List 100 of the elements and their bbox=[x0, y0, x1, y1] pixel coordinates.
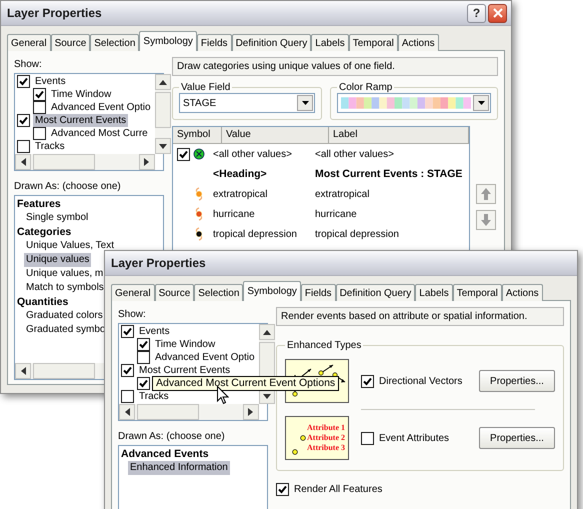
scrollbar-thumb[interactable] bbox=[33, 154, 95, 170]
tree-item[interactable]: Time Window bbox=[153, 338, 218, 351]
properties-button[interactable]: Properties... bbox=[479, 370, 555, 392]
scrollbar-thumb[interactable] bbox=[258, 342, 275, 378]
scroll-right-button[interactable] bbox=[242, 404, 259, 420]
tree-item[interactable]: Advanced Most Curre bbox=[49, 127, 150, 140]
tree-item[interactable]: Most Current Events bbox=[33, 114, 128, 127]
tab[interactable]: Temporal bbox=[452, 284, 502, 301]
scroll-left-button[interactable] bbox=[15, 154, 31, 170]
dropdown-button[interactable] bbox=[473, 95, 489, 111]
tab[interactable]: Selection bbox=[194, 284, 244, 301]
tree-item[interactable]: Events bbox=[137, 325, 172, 338]
tab[interactable]: Source bbox=[154, 284, 194, 301]
list-item[interactable]: Enhanced Information bbox=[128, 461, 230, 475]
tab[interactable]: Fields bbox=[196, 34, 232, 51]
tree-item[interactable]: Tracks bbox=[137, 390, 171, 403]
checkbox[interactable] bbox=[121, 364, 134, 377]
tree-item[interactable]: Tracks bbox=[33, 140, 67, 153]
symbol-icon bbox=[193, 148, 205, 160]
vertical-scrollbar[interactable] bbox=[154, 74, 171, 154]
checkbox[interactable] bbox=[33, 127, 46, 140]
column-header[interactable]: Symbol bbox=[173, 127, 222, 144]
horizontal-scrollbar[interactable] bbox=[119, 404, 259, 420]
list-item[interactable]: Unique values, m bbox=[24, 267, 106, 281]
scrollbar-thumb[interactable] bbox=[154, 92, 171, 128]
window-title: Layer Properties bbox=[111, 256, 207, 270]
window-title: Layer Properties bbox=[7, 6, 103, 20]
horizontal-scrollbar[interactable] bbox=[15, 154, 155, 170]
list-item[interactable]: Unique Values, Text bbox=[24, 239, 116, 253]
tree-item[interactable]: Most Current Events bbox=[137, 364, 232, 377]
tree-item[interactable]: Advanced Event Optio bbox=[49, 101, 153, 114]
column-header[interactable]: Value bbox=[222, 127, 329, 144]
checkbox[interactable] bbox=[121, 325, 134, 338]
scroll-left-button[interactable] bbox=[15, 363, 31, 379]
dropdown-button[interactable] bbox=[297, 95, 313, 111]
checkbox[interactable] bbox=[121, 390, 134, 403]
tab[interactable]: Labels bbox=[415, 284, 453, 301]
caret-right-icon bbox=[248, 408, 254, 416]
down-arrow-icon bbox=[481, 214, 491, 226]
checkbox[interactable] bbox=[276, 483, 289, 496]
checkbox[interactable] bbox=[17, 140, 30, 153]
scroll-right-button[interactable] bbox=[138, 154, 155, 170]
table-cell-text: hurricane bbox=[314, 208, 358, 220]
table-cell-text: <all other values> bbox=[213, 148, 293, 160]
scrollbar-thumb[interactable] bbox=[137, 404, 199, 420]
group-label: Color Ramp bbox=[338, 82, 394, 93]
tab[interactable]: Definition Query bbox=[232, 34, 312, 51]
checkbox[interactable] bbox=[17, 75, 30, 88]
list-item[interactable]: Match to symbols bbox=[24, 281, 106, 295]
tab[interactable]: Symbology bbox=[243, 281, 301, 301]
checkbox[interactable] bbox=[361, 374, 374, 388]
tree-item[interactable]: Time Window bbox=[49, 88, 114, 101]
value-field-dropdown[interactable]: STAGE bbox=[179, 93, 315, 113]
color-ramp-dropdown[interactable] bbox=[337, 93, 491, 113]
scrollbar-thumb[interactable] bbox=[33, 363, 95, 379]
tree-item[interactable]: Advanced Event Optio bbox=[153, 351, 257, 364]
tab[interactable]: Labels bbox=[311, 34, 349, 51]
scroll-up-button[interactable] bbox=[154, 74, 171, 90]
checkbox[interactable] bbox=[361, 432, 374, 444]
checkbox[interactable] bbox=[137, 351, 150, 364]
checkbox-label: Event Attributes bbox=[379, 432, 450, 444]
column-header[interactable]: Label bbox=[329, 127, 469, 144]
tab[interactable]: Temporal bbox=[348, 34, 398, 51]
scroll-left-button[interactable] bbox=[119, 404, 135, 420]
tab[interactable]: Selection bbox=[90, 34, 140, 51]
table-cell-text: extratropical bbox=[213, 188, 268, 200]
move-down-button[interactable] bbox=[476, 210, 496, 230]
tab[interactable]: Symbology bbox=[139, 31, 197, 51]
tab[interactable]: Fields bbox=[300, 284, 336, 301]
checkbox-label: Render All Features bbox=[294, 484, 382, 495]
properties-button[interactable]: Properties... bbox=[479, 427, 555, 449]
category-heading: Advanced Events bbox=[120, 447, 209, 461]
tab[interactable]: Actions bbox=[398, 34, 439, 51]
tooltip: Advanced Most Current Event Options bbox=[152, 376, 340, 391]
close-button[interactable] bbox=[488, 4, 507, 22]
up-arrow-icon bbox=[481, 188, 491, 200]
list-item[interactable]: Unique values bbox=[24, 253, 92, 267]
tab[interactable]: General bbox=[7, 34, 51, 51]
scroll-up-button[interactable] bbox=[258, 324, 275, 340]
checkbox[interactable] bbox=[137, 377, 150, 390]
move-up-button[interactable] bbox=[476, 184, 496, 204]
list-item[interactable]: Graduated colors bbox=[24, 309, 105, 323]
caret-up-icon bbox=[262, 330, 271, 334]
storm-symbol-icon bbox=[193, 207, 205, 221]
scroll-down-button[interactable] bbox=[154, 138, 171, 154]
table-cell-text: <Heading> bbox=[213, 168, 268, 180]
tab[interactable]: Source bbox=[50, 34, 90, 51]
checkbox[interactable] bbox=[33, 88, 46, 101]
tab[interactable]: General bbox=[111, 284, 155, 301]
checkbox[interactable] bbox=[177, 148, 190, 160]
tab[interactable]: Definition Query bbox=[336, 284, 416, 301]
tree-item[interactable]: Events bbox=[33, 75, 68, 88]
checkbox[interactable] bbox=[137, 338, 150, 351]
category-heading: Features bbox=[16, 197, 61, 211]
drawn-as-label: Drawn As: (choose one) bbox=[14, 181, 121, 192]
list-item[interactable]: Single symbol bbox=[24, 211, 90, 225]
checkbox[interactable] bbox=[17, 114, 30, 127]
checkbox[interactable] bbox=[33, 101, 46, 114]
help-button[interactable]: ? bbox=[467, 4, 486, 22]
tab[interactable]: Actions bbox=[502, 284, 543, 301]
